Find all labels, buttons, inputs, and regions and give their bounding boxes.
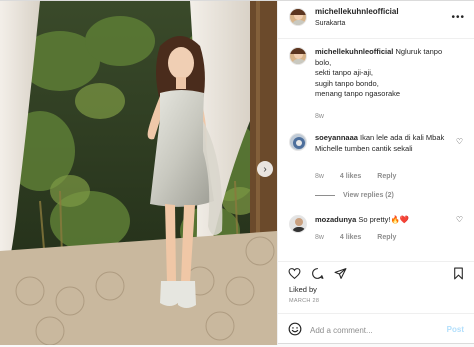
caption-line: sekti tanpo aji-aji, <box>315 68 373 77</box>
caption-line: Ngluruk tanpo <box>395 47 443 56</box>
avatar[interactable] <box>289 133 307 151</box>
avatar[interactable] <box>289 47 307 65</box>
next-photo-button[interactable]: › <box>257 161 273 177</box>
comment-username[interactable]: soeyannaaa <box>315 133 358 142</box>
comments-list[interactable]: michellekuhnleofficial Ngluruk tanpo bol… <box>278 43 474 261</box>
caption: michellekuhnleofficial Ngluruk tanpo bol… <box>278 43 474 123</box>
comment-item: soeyannaaa Ikan lele ada di kali Mbak Mi… <box>278 129 474 209</box>
post-date: MARCH 28 <box>289 298 320 304</box>
post-photo[interactable]: › <box>0 1 277 345</box>
add-comment-bar: Post <box>278 313 474 345</box>
photo-illustration <box>0 1 277 345</box>
heart-icon[interactable] <box>288 267 301 280</box>
action-bar <box>278 261 474 283</box>
emoji-icon[interactable] <box>288 322 302 336</box>
caption-time[interactable]: 8w <box>315 113 324 120</box>
comment-meta: 8w 4 likes Reply <box>315 234 410 241</box>
like-comment-icon[interactable]: ♡ <box>456 137 463 146</box>
comment-item: mozadunya So pretty!🔥❤️ ♡ 8w 4 likes Rep… <box>278 211 474 251</box>
avatar[interactable] <box>289 8 307 26</box>
view-replies-button[interactable]: View replies (2) <box>315 192 394 199</box>
caption-line: bolo, <box>315 57 332 67</box>
caption-line: sugih tanpo bondo, <box>315 78 379 88</box>
bookmark-icon[interactable] <box>452 267 465 280</box>
liked-by-text[interactable]: Liked by <box>289 285 317 294</box>
comment-time[interactable]: 8w <box>315 234 324 241</box>
chevron-right-icon: › <box>263 163 267 175</box>
post-details-panel: michellekuhnleofficial Surakarta ••• mic… <box>277 1 474 345</box>
caption-text: michellekuhnleofficial Ngluruk tanpo bol… <box>315 47 463 100</box>
caption-meta: 8w <box>315 113 338 120</box>
share-icon[interactable] <box>334 267 347 280</box>
comment-likes[interactable]: 4 likes <box>340 173 361 180</box>
comment-meta: 8w 4 likes Reply <box>315 173 410 180</box>
post-author-username[interactable]: michellekuhnleofficial <box>315 7 399 16</box>
more-options-icon[interactable]: ••• <box>451 12 465 23</box>
instagram-post: › michellekuhnleofficial Surakarta ••• m… <box>0 0 474 345</box>
caption-line: menang tanpo ngasorake <box>315 89 401 98</box>
comment-username[interactable]: mozadunya <box>315 215 356 224</box>
avatar[interactable] <box>289 215 307 233</box>
comment-body: So pretty!🔥❤️ <box>358 215 410 224</box>
post-comment-button[interactable]: Post <box>447 325 464 334</box>
comment-input[interactable] <box>310 323 440 337</box>
comment-text: soeyannaaa Ikan lele ada di kali Mbak Mi… <box>315 133 463 154</box>
caption-username[interactable]: michellekuhnleofficial <box>315 47 393 56</box>
like-comment-icon[interactable]: ♡ <box>456 215 463 224</box>
comment-icon[interactable] <box>311 267 324 280</box>
reply-button[interactable]: Reply <box>377 173 396 180</box>
comment-text: mozadunya So pretty!🔥❤️ <box>315 215 463 226</box>
reply-button[interactable]: Reply <box>377 234 396 241</box>
post-location[interactable]: Surakarta <box>315 20 345 27</box>
comment-time[interactable]: 8w <box>315 173 324 180</box>
comment-likes[interactable]: 4 likes <box>340 234 361 241</box>
post-header: michellekuhnleofficial Surakarta ••• <box>278 1 474 39</box>
